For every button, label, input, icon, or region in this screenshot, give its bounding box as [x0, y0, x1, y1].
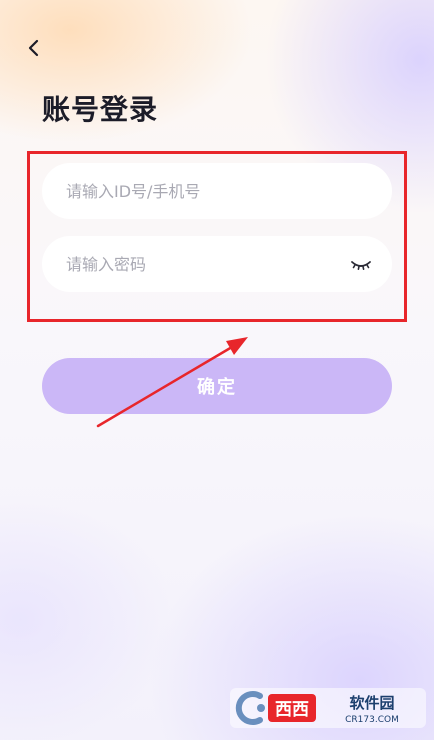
- confirm-button[interactable]: 确定: [42, 358, 392, 414]
- chevron-left-icon: [28, 39, 39, 57]
- eye-closed-icon: [351, 261, 371, 270]
- id-phone-input[interactable]: [66, 163, 336, 219]
- password-field[interactable]: [42, 236, 392, 292]
- page-title: 账号登录: [42, 93, 159, 126]
- back-button[interactable]: [22, 36, 46, 60]
- svg-text:CR173.COM: CR173.COM: [345, 715, 399, 725]
- password-visibility-toggle[interactable]: [350, 254, 372, 274]
- svg-text:西西: 西西: [275, 700, 309, 720]
- id-phone-field[interactable]: [42, 163, 392, 219]
- watermark-logo: 西西 软件园 CR173.COM: [230, 686, 426, 730]
- password-input[interactable]: [66, 236, 336, 292]
- svg-text:软件园: 软件园: [349, 694, 394, 712]
